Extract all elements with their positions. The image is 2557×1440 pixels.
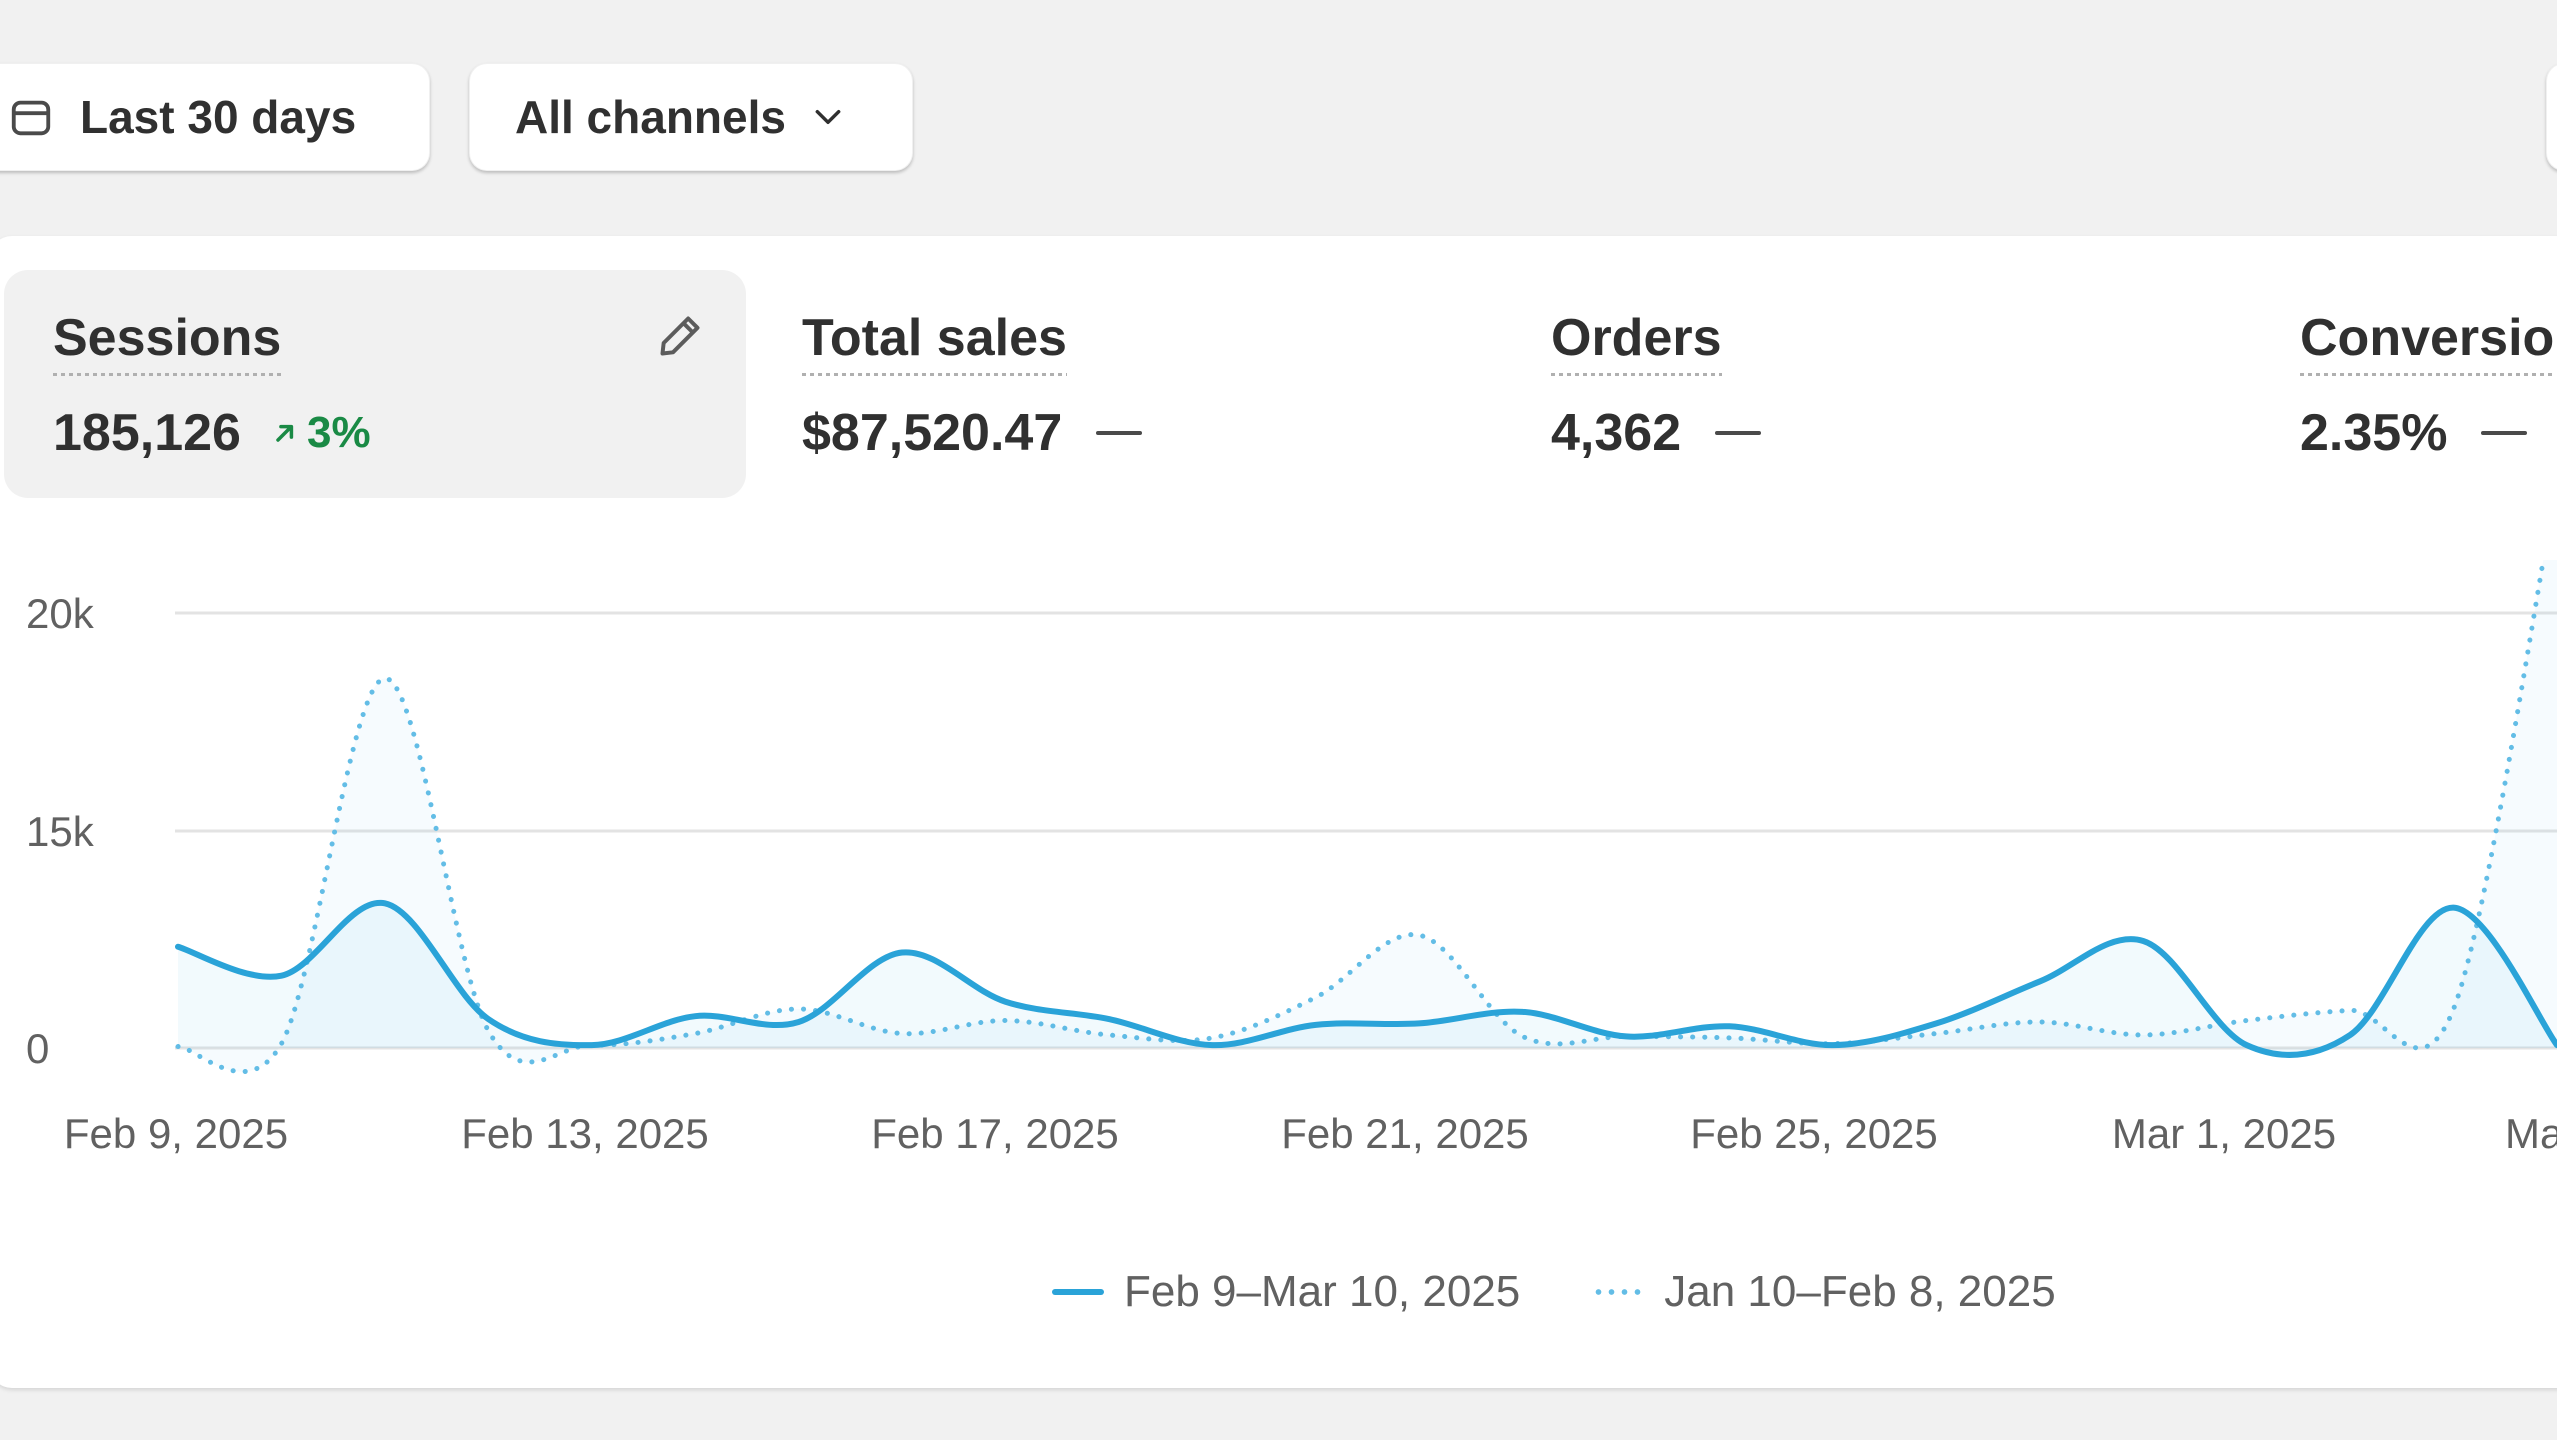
metric-value: 2.35% [2300, 404, 2448, 462]
calendar-icon [11, 100, 51, 136]
sessions-chart: 0 15k 20k Feb 9, 2025 Feb 13, 2025 Feb 17, 20… [0, 560, 2557, 1180]
legend-label: Feb 9–Mar 10, 2025 [1124, 1267, 1521, 1316]
legend-swatch-dotted [1592, 1289, 1645, 1295]
no-change-dash [1715, 431, 1762, 435]
y-tick-label: 0 [26, 1025, 49, 1072]
metric-row: Total sales $87,520.47 Orders 4,362 Conv… [0, 270, 2557, 498]
metric-value-row: 4,362 [1551, 403, 1762, 463]
chevron-down-icon [815, 109, 841, 125]
x-tick-label: Feb 21, 2025 [1281, 1110, 1529, 1157]
metric-value: 4,362 [1551, 404, 1682, 462]
legend-swatch-solid [1052, 1289, 1104, 1295]
metric-value-row: 2.35% [2300, 403, 2528, 463]
toolbar-right-button[interactable] [2546, 63, 2557, 171]
metric-label[interactable]: Conversio [2300, 308, 2555, 376]
metric-label[interactable]: Orders [1551, 308, 1722, 376]
legend-item-current[interactable]: Feb 9–Mar 10, 2025 [1052, 1267, 1520, 1317]
toolbar: Last 30 days All channels [0, 0, 2557, 230]
metric-label[interactable]: Total sales [802, 308, 1067, 376]
x-tick-label: Feb 9, 2025 [64, 1110, 288, 1157]
line-chart-svg: 0 15k 20k Feb 9, 2025 Feb 13, 2025 Feb 17, 20… [26, 560, 2557, 1157]
y-tick-label: 20k [26, 590, 95, 637]
no-change-dash [2481, 431, 2528, 435]
metric-value-row: $87,520.47 [802, 403, 1143, 463]
legend-item-comparison[interactable]: Jan 10–Feb 8, 2025 [1592, 1267, 2056, 1317]
legend-label: Jan 10–Feb 8, 2025 [1664, 1267, 2056, 1316]
y-tick-label: 15k [26, 808, 95, 855]
date-range-label: Last 30 days [80, 91, 357, 143]
channels-label: All channels [515, 91, 786, 143]
date-range-button[interactable]: Last 30 days [0, 63, 430, 171]
chart-legend: Feb 9–Mar 10, 2025 Jan 10–Feb 8, 2025 [1052, 1262, 2056, 1322]
no-change-dash [1096, 431, 1143, 435]
x-tick-label: Ma [2505, 1110, 2557, 1157]
metric-value: $87,520.47 [802, 404, 1063, 462]
x-tick-label: Feb 13, 2025 [461, 1110, 709, 1157]
channels-dropdown[interactable]: All channels [469, 63, 913, 171]
x-tick-label: Feb 25, 2025 [1690, 1110, 1938, 1157]
x-tick-label: Mar 1, 2025 [2112, 1110, 2336, 1157]
x-tick-label: Feb 17, 2025 [871, 1110, 1119, 1157]
